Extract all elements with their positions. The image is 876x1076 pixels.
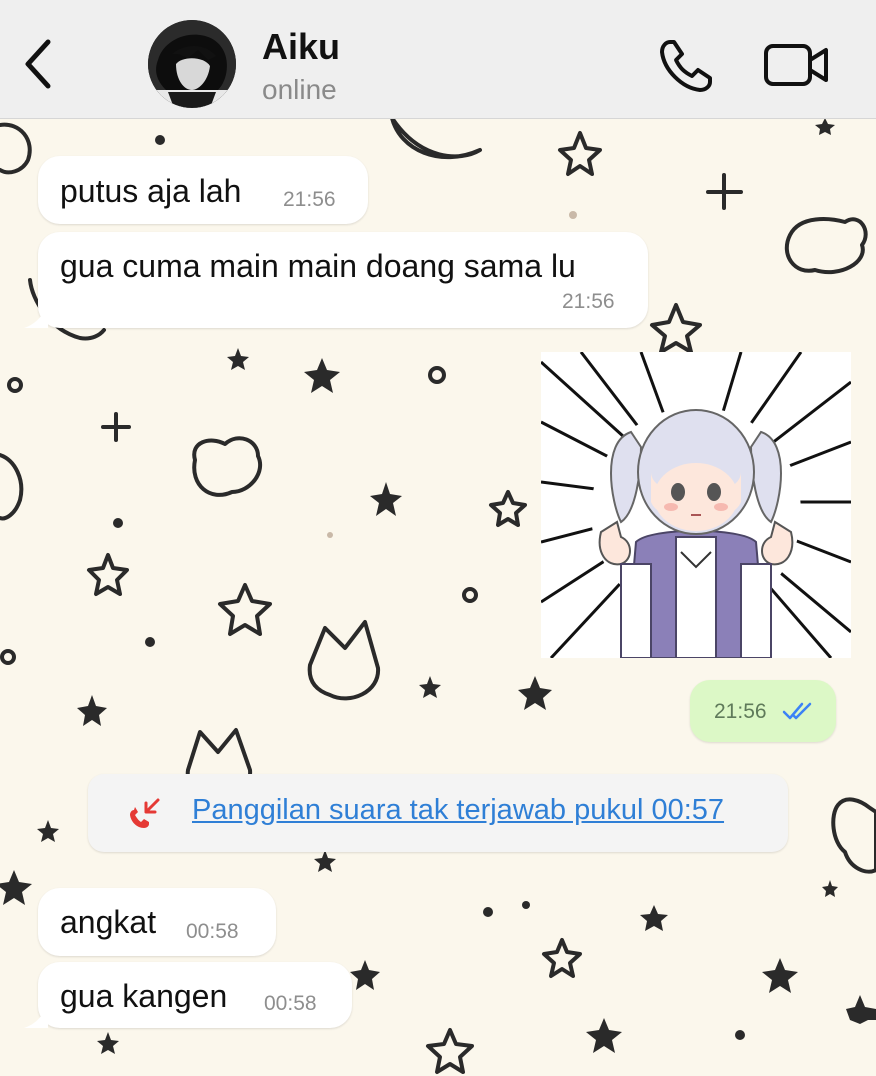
back-button[interactable]	[18, 36, 62, 92]
message-time: 21:56	[714, 700, 767, 723]
chevron-left-icon	[25, 39, 51, 89]
bubble-tail	[24, 306, 48, 328]
phone-icon	[660, 40, 712, 92]
incoming-message[interactable]: gua cuma main main doang sama lu 21:56	[38, 232, 648, 328]
message-time: 21:56	[562, 290, 615, 313]
message-text: gua kangen	[60, 978, 228, 1014]
anime-girl-thumbs-up-sticker	[541, 352, 851, 658]
message-text: gua cuma main main doang sama lu	[60, 248, 576, 284]
message-text: putus aja lah	[60, 173, 242, 209]
avatar-image	[148, 20, 236, 108]
outgoing-message-status[interactable]: 21:56	[690, 680, 836, 742]
voice-call-button[interactable]	[656, 36, 716, 96]
incoming-message[interactable]: putus aja lah 21:56	[38, 156, 368, 224]
contact-status: online	[262, 74, 337, 105]
message-text: angkat	[60, 904, 157, 940]
message-time: 00:58	[264, 992, 317, 1015]
contact-name[interactable]: Aiku	[262, 26, 340, 68]
video-camera-icon	[764, 44, 828, 86]
contact-avatar[interactable]	[148, 20, 236, 108]
incoming-message[interactable]: gua kangen 00:58	[38, 962, 352, 1028]
double-check-icon	[782, 702, 812, 720]
message-time: 00:58	[186, 920, 239, 943]
message-time: 21:56	[283, 188, 336, 211]
missed-call-text[interactable]: Panggilan suara tak terjawab pukul 00:57	[192, 794, 724, 827]
video-call-button[interactable]	[762, 40, 832, 90]
sticker-message[interactable]	[541, 352, 851, 658]
bubble-tail	[24, 1006, 48, 1028]
missed-call-notice[interactable]: Panggilan suara tak terjawab pukul 00:57	[88, 774, 788, 852]
incoming-message[interactable]: angkat 00:58	[38, 888, 276, 956]
chat-header: Aiku online	[0, 0, 876, 119]
missed-call-icon	[130, 798, 160, 828]
